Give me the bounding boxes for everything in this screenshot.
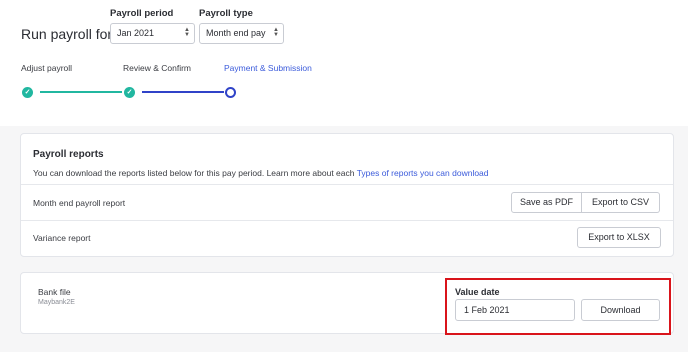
month-end-report-actions: Save as PDF Export to CSV (511, 192, 660, 213)
payroll-period-label: Payroll period (110, 8, 174, 19)
payroll-period-value: Jan 2021 (117, 28, 155, 38)
step-connector-2 (142, 91, 224, 93)
step-payment-submission[interactable]: Payment & Submission (224, 63, 312, 73)
select-arrows-icon: ▲ ▼ (273, 27, 279, 38)
step-adjust-payroll[interactable]: Adjust payroll (21, 63, 72, 73)
step-1-check-icon: ✓ (22, 87, 33, 98)
save-as-pdf-button[interactable]: Save as PDF (511, 192, 582, 213)
step-2-check-icon: ✓ (124, 87, 135, 98)
select-arrows-icon: ▲ ▼ (184, 27, 190, 38)
value-date-label: Value date (455, 287, 500, 297)
payroll-reports-title: Payroll reports (33, 149, 104, 160)
value-date-input[interactable]: 1 Feb 2021 (455, 299, 575, 321)
report-name: Month end payroll report (33, 198, 126, 208)
step-3-current-icon (225, 87, 236, 98)
export-xlsx-button[interactable]: Export to XLSX (577, 227, 661, 248)
bank-file-subtitle: Maybank2E (38, 299, 75, 306)
payroll-type-label: Payroll type (199, 8, 253, 19)
report-name: Variance report (33, 233, 91, 243)
step-review-confirm[interactable]: Review & Confirm (123, 63, 191, 73)
payroll-reports-description: You can download the reports listed belo… (33, 168, 489, 178)
top-bar (0, 0, 688, 126)
payroll-type-value: Month end pay (206, 28, 266, 38)
export-csv-button[interactable]: Export to CSV (582, 192, 660, 213)
download-button[interactable]: Download (581, 299, 660, 321)
step-connector-1 (40, 91, 122, 93)
bank-file-title: Bank file (38, 287, 71, 297)
description-text: You can download the reports listed belo… (33, 168, 357, 178)
types-of-reports-link[interactable]: Types of reports you can download (357, 168, 489, 178)
divider (21, 220, 673, 221)
payroll-type-select[interactable]: Month end pay ▲ ▼ (199, 23, 284, 44)
divider (21, 184, 673, 185)
page-title: Run payroll for (21, 26, 113, 42)
payroll-period-select[interactable]: Jan 2021 ▲ ▼ (110, 23, 195, 44)
